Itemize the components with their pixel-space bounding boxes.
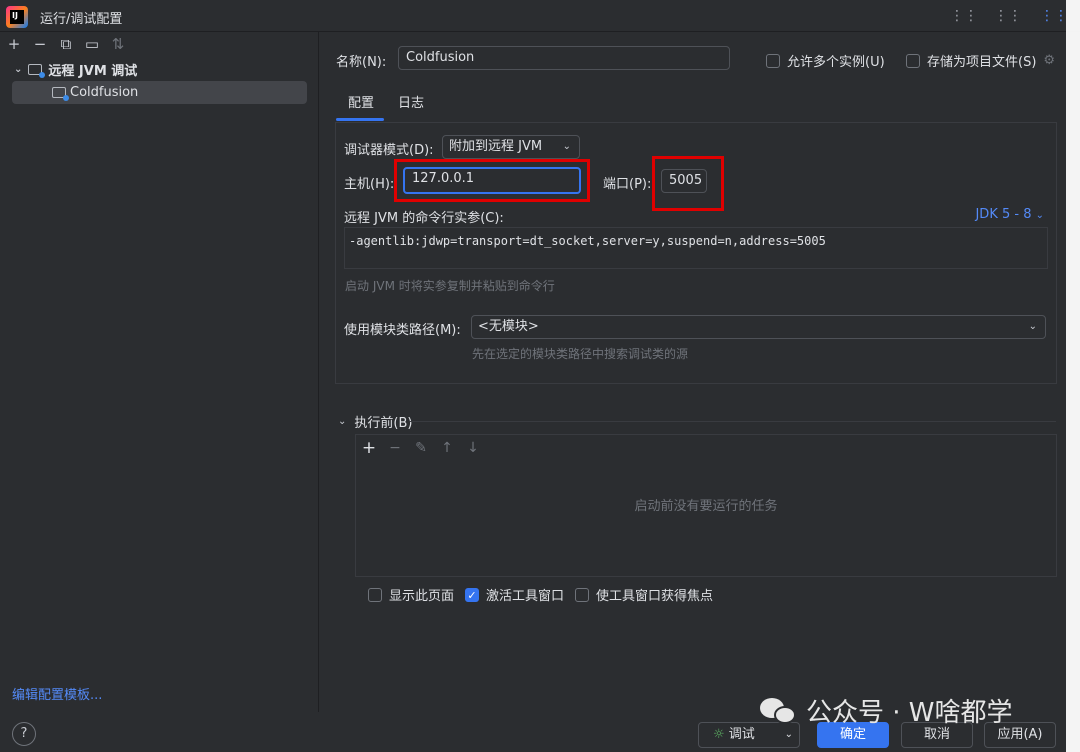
background-window-edge [1066, 0, 1080, 752]
tab-log[interactable]: 日志 [398, 92, 424, 111]
tasks-toolbar: + − ✎ ↑ ↓ [360, 437, 482, 459]
grid-icon[interactable]: ⋮⋮ [994, 6, 1022, 26]
help-button[interactable]: ? [12, 722, 36, 746]
checkbox-label: 存储为项目文件(S) [927, 55, 1037, 70]
checkbox-label: 激活工具窗口 [486, 589, 565, 604]
module-select[interactable]: <无模块> ⌄ [471, 315, 1046, 339]
intellij-logo-icon: IJ [6, 6, 28, 28]
move-down-icon[interactable]: ↓ [464, 440, 482, 456]
debugger-mode-select[interactable]: 附加到远程 JVM ⌄ [442, 135, 580, 159]
jdk-version-dropdown[interactable]: JDK 5 - 8 ⌄ [975, 207, 1044, 222]
watermark: 公众号 · W啥都学 [760, 692, 1013, 729]
edit-icon[interactable]: ✎ [412, 440, 430, 456]
sort-icon[interactable]: ⇅ [108, 34, 128, 54]
copy-icon[interactable]: ⧉ [56, 34, 76, 54]
cmd-args-field[interactable]: -agentlib:jdwp=transport=dt_socket,serve… [344, 227, 1048, 269]
before-launch-header[interactable]: ⌄ 执行前(B) [338, 412, 412, 431]
title-bar: IJ 运行/调试配置 ⋮⋮ ⋮⋮ ⋮⋮ [0, 0, 1080, 32]
checkbox-label: 使工具窗口获得焦点 [596, 589, 714, 604]
host-label: 主机(H): [344, 177, 395, 192]
edit-templates-link[interactable]: 编辑配置模板... [12, 684, 102, 703]
divider [410, 421, 1056, 422]
tree-item-remote-jvm[interactable]: ⌄ 远程 JVM 调试 [14, 60, 137, 79]
tab-config[interactable]: 配置 [348, 92, 374, 111]
host-highlight-box [394, 159, 590, 202]
window-title: 运行/调试配置 [40, 12, 123, 27]
name-input[interactable]: Coldfusion [398, 46, 730, 70]
select-value: 附加到远程 JVM [449, 139, 543, 154]
active-tab-indicator [336, 118, 384, 121]
chevron-down-icon: ⌄ [562, 141, 571, 152]
module-label: 使用模块类路径(M): [344, 323, 461, 338]
grid-icon[interactable]: ⋮⋮ [1040, 6, 1068, 26]
tree-item-label: Coldfusion [70, 85, 139, 100]
port-label: 端口(P): [603, 177, 652, 192]
config-tree-panel: + − ⧉ ▭ ⇅ ⌄ 远程 JVM 调试 Coldfusion 编辑配置模板.… [0, 32, 319, 712]
checkbox-box[interactable] [766, 53, 780, 68]
chevron-down-icon: ⌄ [1028, 321, 1037, 332]
new-folder-icon[interactable]: ▭ [82, 34, 102, 54]
empty-tasks-text: 启动前没有要运行的任务 [634, 499, 778, 514]
store-as-file-checkbox[interactable]: 存储为项目文件(S) ⚙ [906, 51, 1055, 70]
checkbox-box[interactable] [368, 587, 382, 602]
move-up-icon[interactable]: ↑ [438, 440, 456, 456]
chevron-down-icon: ⌄ [1035, 210, 1044, 221]
cmd-hint: 启动 JVM 时将实参复制并粘贴到命令行 [345, 279, 555, 293]
bug-icon: ☼ [713, 727, 725, 742]
watermark-text: 公众号 · W啥都学 [806, 698, 1013, 728]
checkbox-box[interactable] [575, 587, 589, 602]
section-title: 执行前(B) [354, 416, 413, 431]
remote-debug-icon [28, 64, 46, 78]
jdk-label: JDK 5 - 8 [975, 207, 1032, 222]
before-launch-tasks: + − ✎ ↑ ↓ 启动前没有要运行的任务 [355, 434, 1057, 577]
focus-tool-checkbox[interactable]: 使工具窗口获得焦点 [575, 585, 713, 604]
tree-toolbar: + − ⧉ ▭ ⇅ [4, 32, 128, 56]
gear-icon[interactable]: ⚙ [1043, 53, 1055, 68]
show-page-checkbox[interactable]: 显示此页面 [368, 585, 454, 604]
config-panel: 调试器模式(D): 附加到远程 JVM ⌄ 主机(H): 127.0.0.1 端… [335, 122, 1057, 384]
chevron-down-icon[interactable]: ⌄ [338, 416, 346, 427]
cmd-args-label: 远程 JVM 的命令行实参(C): [344, 211, 504, 226]
port-highlight-box [652, 156, 724, 211]
allow-multiple-checkbox[interactable]: 允许多个实例(U) [766, 51, 885, 70]
wechat-logo-icon [760, 696, 798, 726]
add-icon[interactable]: + [360, 438, 378, 458]
module-hint: 先在选定的模块类路径中搜索调试类的源 [472, 347, 689, 361]
add-icon[interactable]: + [4, 34, 24, 54]
remove-icon[interactable]: − [30, 34, 50, 54]
remove-icon[interactable]: − [386, 440, 404, 456]
checkbox-label: 显示此页面 [389, 589, 455, 604]
checkbox-label: 允许多个实例(U) [787, 55, 885, 70]
select-value: <无模块> [478, 319, 539, 334]
grid-icon[interactable]: ⋮⋮ [950, 6, 978, 26]
name-label: 名称(N): [336, 55, 387, 70]
tree-item-coldfusion[interactable]: Coldfusion [12, 81, 307, 104]
config-form: 名称(N): Coldfusion 允许多个实例(U) 存储为项目文件(S) ⚙… [320, 32, 1080, 712]
activate-tool-checkbox[interactable]: ✓ 激活工具窗口 [465, 585, 564, 604]
checkbox-box[interactable] [906, 53, 920, 68]
button-label: 调试 [728, 727, 755, 742]
chevron-down-icon[interactable]: ⌄ [14, 64, 22, 75]
tree-item-label: 远程 JVM 调试 [48, 64, 138, 79]
debugger-mode-label: 调试器模式(D): [344, 143, 434, 158]
remote-debug-icon [52, 87, 69, 101]
checkbox-box[interactable]: ✓ [465, 587, 479, 602]
